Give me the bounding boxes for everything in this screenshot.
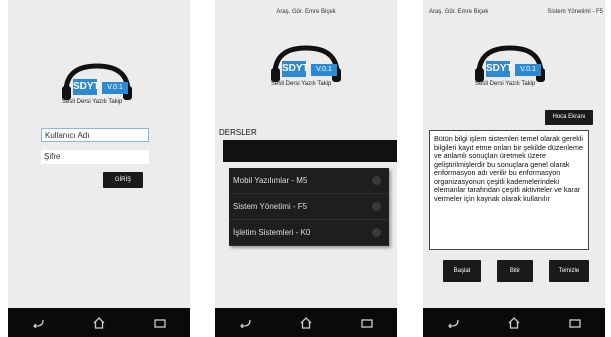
status-bar: Araş. Gör. Emre Biçek Sistem Yönetimi - … [423, 6, 605, 18]
clear-button[interactable]: Temizle [549, 260, 589, 282]
courses-screen: Araş. Gör. Emre Biçek SDYT V.0.1 Sesli D… [215, 0, 397, 337]
logo-subtitle: Sesli Dersi Yazılı Takip [271, 81, 332, 87]
home-icon[interactable] [87, 314, 111, 332]
password-field[interactable]: Şifre [41, 150, 149, 164]
radio-icon[interactable] [372, 176, 381, 185]
back-icon[interactable] [441, 314, 465, 332]
home-icon[interactable] [294, 314, 318, 332]
recent-apps-icon[interactable] [563, 314, 587, 332]
login-button[interactable]: GİRİŞ [103, 172, 143, 188]
course-label: Mobil Yazılımlar - M5 [233, 176, 308, 185]
home-icon[interactable] [502, 314, 526, 332]
list-item[interactable]: Sistem Yönetimi - F5 [229, 194, 389, 220]
course-label: İşletim Sistemleri - K0 [233, 228, 311, 237]
app-logo: SDYT V.0.1 Sesli Dersi Yazılı Takip [267, 44, 345, 104]
teacher-screen-button[interactable]: Hoca Ekranı [545, 110, 593, 125]
course-label: Sistem Yönetimi - F5 [233, 202, 308, 211]
radio-icon[interactable] [372, 228, 381, 237]
login-screen: SDYT V.0.1 Sesli Dersi Yazılı Takip Kull… [8, 0, 190, 337]
status-user-name: Araş. Gör. Emre Biçek [276, 9, 336, 15]
logo-version: V.0.1 [102, 82, 128, 94]
nav-bar [8, 308, 190, 337]
section-title: DERSLER [219, 128, 257, 137]
logo-subtitle: Sesli Dersi Yazılı Takip [62, 99, 123, 105]
nav-bar [423, 308, 605, 337]
course-list: Mobil Yazılımlar - M5 Sistem Yönetimi - … [229, 168, 389, 246]
app-logo: SDYT V.0.1 Sesli Dersi Yazılı Takip [58, 62, 136, 122]
transcript-text: Bütün bilgi işlem sistemleri temel olara… [429, 130, 589, 250]
back-icon[interactable] [233, 314, 257, 332]
status-bar: Araş. Gör. Emre Biçek [215, 6, 397, 18]
app-logo: SDYT V.0.1 Sesli Dersi Yazılı Takip [471, 44, 549, 104]
logo-badge: SDYT [73, 79, 100, 95]
logo-version: V.0.1 [311, 64, 337, 76]
recent-apps-icon[interactable] [355, 314, 379, 332]
recent-apps-icon[interactable] [148, 314, 172, 332]
logo-badge: SDYT [282, 61, 309, 77]
list-item[interactable]: İşletim Sistemleri - K0 [229, 220, 389, 246]
back-icon[interactable] [26, 314, 50, 332]
nav-bar [215, 308, 397, 337]
radio-icon[interactable] [372, 202, 381, 211]
finish-button[interactable]: Bitir [497, 260, 533, 282]
logo-subtitle: Sesli Dersi Yazılı Takip [475, 81, 536, 87]
logo-badge: SDYT [486, 61, 513, 77]
logo-version: V.0.1 [515, 64, 541, 76]
start-button[interactable]: Başlat [443, 260, 481, 282]
status-course-name: Sistem Yönetimi - F5 [547, 9, 603, 15]
course-header-bar [223, 140, 397, 162]
status-user-name: Araş. Gör. Emre Biçek [429, 9, 489, 15]
username-field[interactable]: Kullanıcı Adı [41, 128, 149, 142]
transcript-screen: Araş. Gör. Emre Biçek Sistem Yönetimi - … [423, 0, 605, 337]
list-item[interactable]: Mobil Yazılımlar - M5 [229, 168, 389, 194]
